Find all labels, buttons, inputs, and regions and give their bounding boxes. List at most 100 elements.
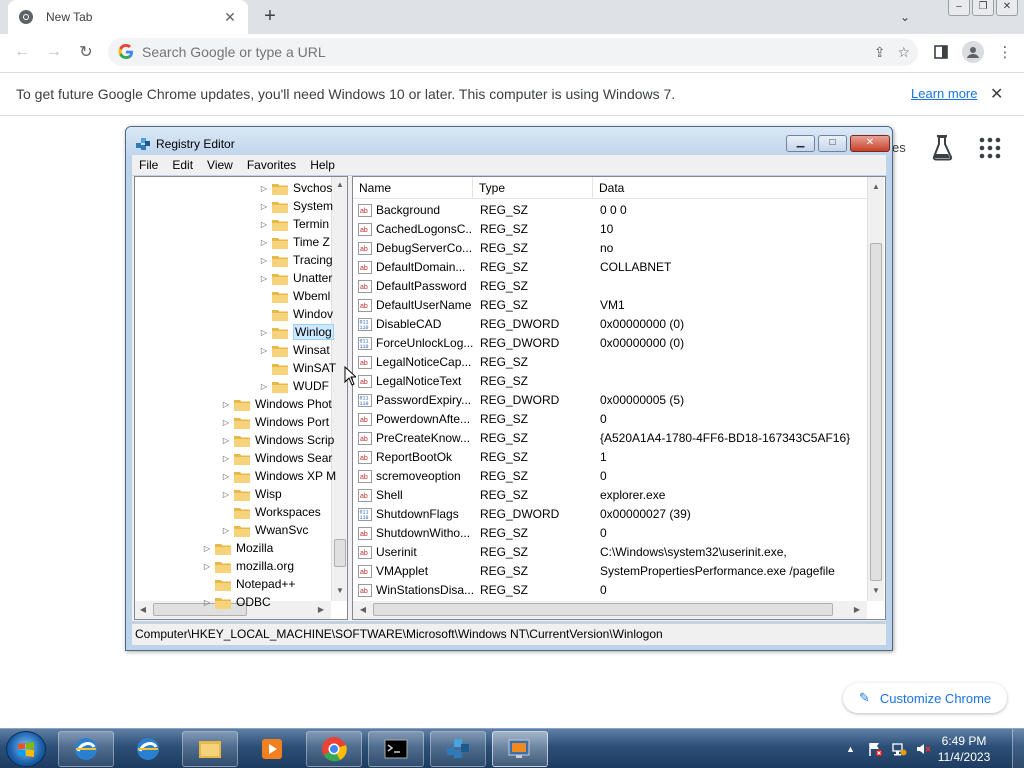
new-tab-button[interactable]: + — [258, 4, 282, 28]
expand-triangle-icon[interactable]: ▷ — [258, 256, 270, 265]
table-row[interactable]: ab LegalNoticeCap... REG_SZ — [353, 353, 867, 372]
scroll-left-arrow-icon[interactable]: ◀ — [355, 602, 371, 618]
expand-triangle-icon[interactable]: ▷ — [258, 184, 270, 193]
values-list-pane[interactable]: Name Type Data ▲ ▼ ◀ ▶ ab Background REG_S… — [352, 176, 886, 620]
tree-item[interactable]: Windov — [258, 305, 333, 323]
tree-item[interactable]: Workspaces — [220, 503, 321, 521]
values-scroll-thumb[interactable] — [870, 243, 882, 581]
column-header-type[interactable]: Type — [473, 177, 593, 199]
tree-item[interactable]: ▷ Tracing — [258, 251, 333, 269]
tree-item[interactable]: Wbeml — [258, 287, 330, 305]
registry-maximize-button[interactable]: □ — [818, 135, 847, 152]
side-panel-icon[interactable] — [928, 39, 954, 65]
expand-triangle-icon[interactable]: ▷ — [258, 274, 270, 283]
bookmark-star-icon[interactable]: ☆ — [897, 44, 910, 61]
expand-triangle-icon[interactable]: ▷ — [258, 238, 270, 247]
expand-triangle-icon[interactable]: ▷ — [201, 544, 213, 553]
tree-item[interactable]: ▷ WwanSvc — [220, 521, 308, 539]
table-row[interactable]: ab DefaultPassword REG_SZ — [353, 277, 867, 296]
taskbar-media-player-app-button[interactable] — [244, 731, 300, 767]
table-row[interactable]: ab ShutdownWitho... REG_SZ 0 — [353, 524, 867, 543]
expand-triangle-icon[interactable]: ▷ — [220, 436, 232, 445]
tab-new-tab[interactable]: New Tab ✕ — [8, 0, 248, 34]
tree-item[interactable]: ▷ Windows Port — [220, 413, 329, 431]
tree-item[interactable]: ▷ ODBC — [201, 593, 271, 611]
profile-avatar-icon[interactable] — [960, 39, 986, 65]
expand-triangle-icon[interactable]: ▷ — [220, 418, 232, 427]
expand-triangle-icon[interactable]: ▷ — [220, 526, 232, 535]
tree-item[interactable]: ▷ Wisp — [220, 485, 282, 503]
minimize-button[interactable]: – — [948, 0, 970, 16]
tab-close-icon[interactable]: ✕ — [222, 9, 238, 26]
action-center-flag-icon[interactable] — [867, 741, 883, 757]
taskbar-cmd-app-button[interactable] — [368, 731, 424, 767]
table-row[interactable]: ab LegalNoticeText REG_SZ — [353, 372, 867, 391]
scroll-up-arrow-icon[interactable]: ▲ — [868, 179, 884, 195]
table-row[interactable]: 011 110 PasswordExpiry... REG_DWORD 0x000000… — [353, 391, 867, 410]
taskbar-libraries-app-button[interactable] — [182, 731, 238, 767]
expand-triangle-icon[interactable]: ▷ — [201, 562, 213, 571]
back-arrow-icon[interactable]: ← — [6, 36, 38, 68]
tree-item[interactable]: ▷ WUDF — [258, 377, 329, 395]
omnibox[interactable]: ⇪ ☆ — [108, 38, 918, 66]
ntp-partial-link[interactable]: es — [892, 140, 906, 155]
expand-triangle-icon[interactable]: ▷ — [220, 454, 232, 463]
expand-triangle-icon[interactable]: ▷ — [258, 220, 270, 229]
tree-item[interactable]: ▷ Windows XP M — [220, 467, 336, 485]
table-row[interactable]: ab ReportBootOk REG_SZ 1 — [353, 448, 867, 467]
chrome-menu-icon[interactable]: ⋮ — [992, 39, 1018, 65]
values-horizontal-scrollbar[interactable]: ◀ ▶ — [353, 601, 867, 619]
table-row[interactable]: ab DebugServerCo... REG_SZ no — [353, 239, 867, 258]
expand-triangle-icon[interactable]: ▷ — [220, 400, 232, 409]
menu-favorites[interactable]: Favorites — [240, 158, 303, 172]
tree-item[interactable]: ▷ Time Z — [258, 233, 330, 251]
table-row[interactable]: ab Shell REG_SZ explorer.exe — [353, 486, 867, 505]
table-row[interactable]: 011 110 DisableCAD REG_DWORD 0x00000000 (0) — [353, 315, 867, 334]
volume-muted-icon[interactable] — [915, 741, 931, 757]
tree-item[interactable]: ▷ Windows Sear — [220, 449, 332, 467]
table-row[interactable]: ab scremoveoption REG_SZ 0 — [353, 467, 867, 486]
table-row[interactable]: ab DefaultUserName REG_SZ VM1 — [353, 296, 867, 315]
chrome-labs-flask-icon[interactable] — [930, 134, 954, 162]
key-tree-pane[interactable]: ▲ ▼ ◀ ▶ ▷ Svchos ▷ System ▷ Termin ▷ Time Z ▷ Tra… — [134, 176, 348, 620]
taskbar-explorer-app-button[interactable] — [58, 731, 114, 767]
tree-item[interactable]: Notepad++ — [201, 575, 295, 593]
start-button[interactable] — [6, 731, 46, 767]
tree-item[interactable]: ▷ Unatter — [258, 269, 332, 287]
expand-triangle-icon[interactable]: ▷ — [258, 328, 270, 337]
table-row[interactable]: ab DefaultDomain... REG_SZ COLLABNET — [353, 258, 867, 277]
expand-triangle-icon[interactable]: ▷ — [258, 346, 270, 355]
show-desktop-button[interactable] — [1012, 729, 1024, 768]
omnibox-input[interactable] — [142, 44, 918, 60]
table-row[interactable]: ab CachedLogonsC... REG_SZ 10 — [353, 220, 867, 239]
system-clock[interactable]: 6:49 PM 11/4/2023 — [934, 733, 994, 765]
menu-help[interactable]: Help — [303, 158, 342, 172]
taskbar-regedit-app-button[interactable] — [430, 731, 486, 767]
tree-item[interactable]: ▷ Termin — [258, 215, 329, 233]
tree-item[interactable]: ▷ Winlog — [258, 323, 334, 341]
table-row[interactable]: ab VMApplet REG_SZ SystemPropertiesPerforma… — [353, 562, 867, 581]
tree-item[interactable]: ▷ Windows Phot — [220, 395, 332, 413]
close-window-button[interactable]: ✕ — [996, 0, 1018, 16]
table-row[interactable]: 011 110 ForceUnlockLog... REG_DWORD 0x000000… — [353, 334, 867, 353]
expand-triangle-icon[interactable]: ▷ — [258, 202, 270, 211]
registry-close-button[interactable]: ✕ — [850, 135, 890, 152]
menu-view[interactable]: View — [200, 158, 240, 172]
taskbar-chrome-app-button[interactable] — [306, 731, 362, 767]
learn-more-link[interactable]: Learn more — [911, 86, 977, 101]
expand-triangle-icon[interactable]: ▷ — [220, 490, 232, 499]
taskbar-remote-desktop-app-button[interactable] — [492, 731, 548, 767]
expand-triangle-icon[interactable]: ▷ — [220, 472, 232, 481]
taskbar-ie-app-button[interactable] — [120, 731, 176, 767]
tree-item[interactable]: ▷ mozilla.org — [201, 557, 294, 575]
expand-triangle-icon[interactable]: ▷ — [258, 382, 270, 391]
tree-item[interactable]: WinSAT — [258, 359, 336, 377]
scroll-right-arrow-icon[interactable]: ▶ — [849, 602, 865, 618]
table-row[interactable]: ab WinStationsDisa... REG_SZ 0 — [353, 581, 867, 600]
tree-item[interactable]: ▷ System — [258, 197, 333, 215]
tab-search-chevron-icon[interactable]: ⌄ — [894, 6, 916, 28]
scroll-down-arrow-icon[interactable]: ▼ — [868, 583, 884, 599]
tree-item[interactable]: ▷ Winsat — [258, 341, 330, 359]
values-vertical-scrollbar[interactable]: ▲ ▼ — [867, 177, 884, 601]
tree-vertical-scrollbar[interactable]: ▲ ▼ — [331, 177, 347, 601]
